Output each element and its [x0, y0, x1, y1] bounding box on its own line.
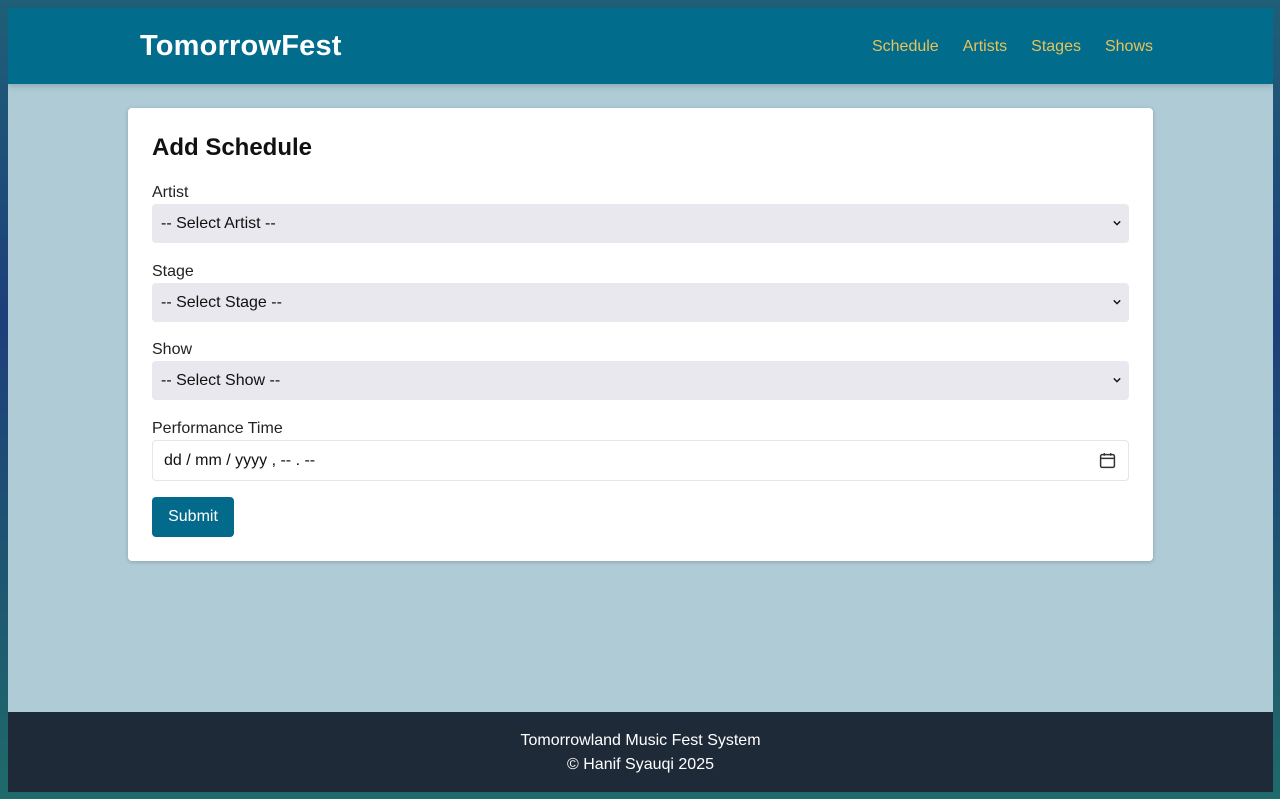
page-title: Add Schedule [152, 134, 313, 161]
chevron-down-icon [1113, 299, 1121, 305]
footer-app-name: Tomorrowland Music Fest System [520, 732, 761, 749]
nav-link-schedule[interactable]: Schedule [872, 38, 939, 56]
brand-logo[interactable]: TomorrowFest [140, 30, 342, 63]
nav-links: Schedule Artists Stages Shows [872, 38, 1153, 56]
footer: Tomorrowland Music Fest System © Hanif S… [8, 712, 1273, 792]
artist-label: Artist [152, 184, 189, 201]
performance-time-placeholder: dd / mm / yyyy , -- . -- [164, 452, 316, 469]
show-select-value: -- Select Show -- [161, 372, 281, 389]
nav-link-stages[interactable]: Stages [1031, 38, 1081, 56]
nav-link-artists[interactable]: Artists [963, 38, 1007, 56]
performance-time-input[interactable]: dd / mm / yyyy , -- . -- [152, 440, 1129, 481]
stage-select-value: -- Select Stage -- [161, 294, 282, 311]
performance-time-label: Performance Time [152, 420, 283, 437]
stage-label: Stage [152, 263, 194, 280]
artist-select-value: -- Select Artist -- [161, 215, 276, 232]
add-schedule-card: Add Schedule Artist -- Select Artist -- … [128, 108, 1153, 561]
calendar-icon[interactable] [1099, 452, 1116, 469]
submit-button[interactable]: Submit [152, 497, 234, 537]
artist-select[interactable]: -- Select Artist -- [152, 204, 1129, 243]
show-label: Show [152, 341, 193, 358]
stage-select[interactable]: -- Select Stage -- [152, 283, 1129, 322]
footer-copyright: © Hanif Syauqi 2025 [567, 756, 714, 773]
show-select[interactable]: -- Select Show -- [152, 361, 1129, 400]
nav-link-shows[interactable]: Shows [1105, 38, 1153, 56]
app-window: TomorrowFest Schedule Artists Stages Sho… [8, 8, 1273, 792]
chevron-down-icon [1113, 377, 1121, 383]
navbar: TomorrowFest Schedule Artists Stages Sho… [8, 8, 1273, 84]
chevron-down-icon [1113, 220, 1121, 226]
